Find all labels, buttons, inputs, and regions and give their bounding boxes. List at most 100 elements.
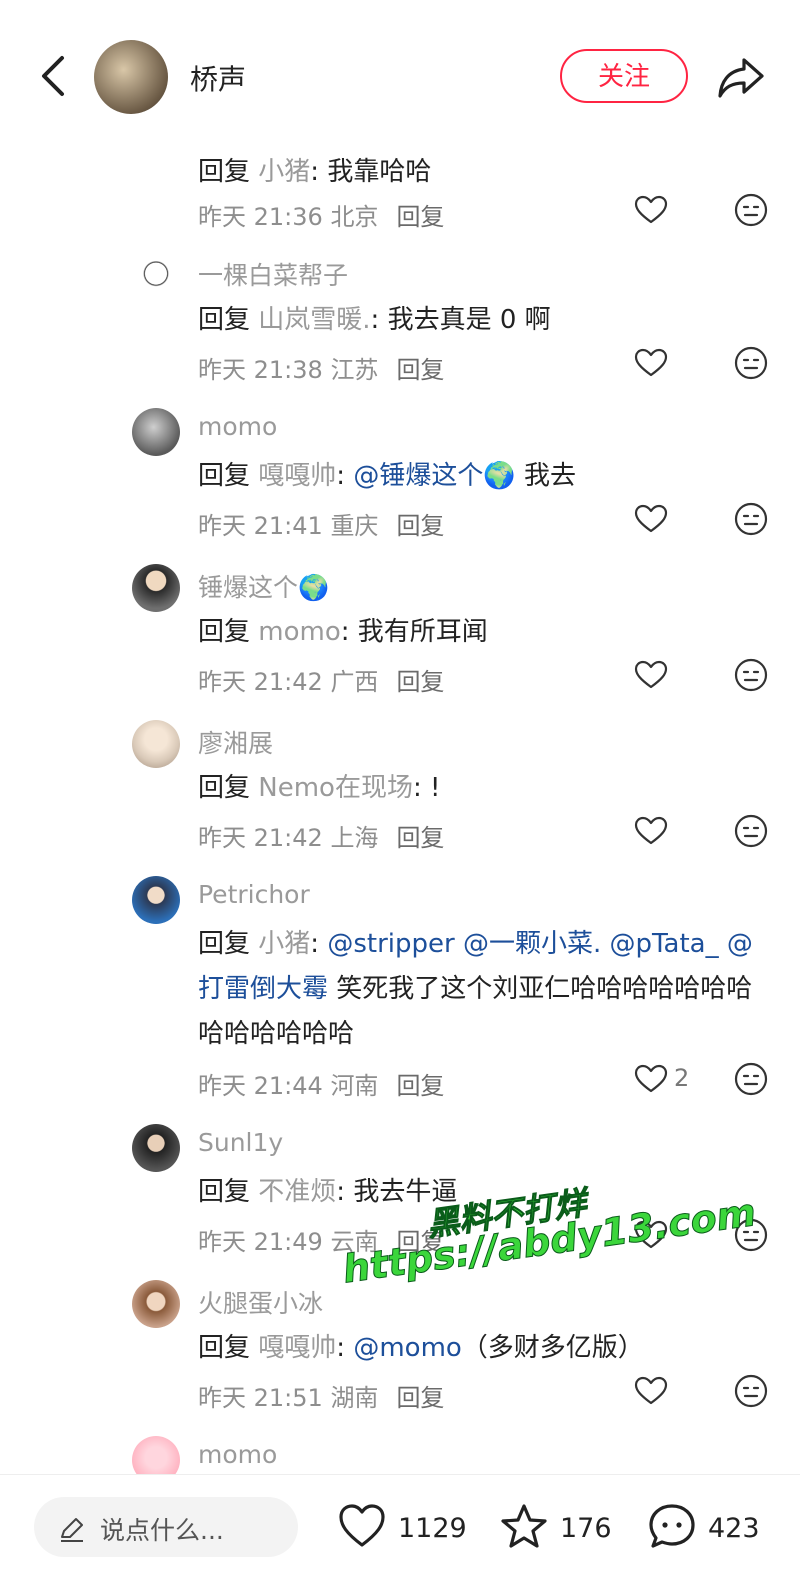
share-icon[interactable] bbox=[716, 52, 766, 102]
comment-content: （多财多亿版） bbox=[461, 1333, 644, 1363]
reply-button[interactable]: 回复 bbox=[396, 824, 444, 852]
meh-face-icon[interactable] bbox=[734, 346, 768, 380]
comment-content: 我去真是 0 啊 bbox=[387, 305, 551, 335]
comment-text: 回复 嘎嘎帅: @锤爆这个🌍 我去 bbox=[198, 454, 768, 499]
comment-username[interactable]: 火腿蛋小冰 bbox=[198, 1284, 323, 1320]
comment-content: 我去 bbox=[515, 461, 576, 491]
comment-item: 一棵白菜帮子回复 山岚雪暖.: 我去真是 0 啊昨天 21:38 江苏 回复 bbox=[0, 252, 800, 408]
heart-icon[interactable] bbox=[634, 1376, 668, 1406]
heart-icon[interactable] bbox=[634, 816, 668, 846]
heart-icon[interactable] bbox=[634, 195, 668, 225]
comment-meta: 昨天 21:51 湖南 回复 bbox=[198, 1378, 444, 1413]
reply-prefix: 回复 bbox=[198, 1177, 251, 1207]
comment-meta: 昨天 21:36 北京 回复 bbox=[198, 197, 444, 232]
avatar[interactable] bbox=[132, 564, 180, 612]
comment-region: 重庆 bbox=[330, 512, 379, 540]
comment-region: 河南 bbox=[330, 1072, 379, 1100]
top-bar: 桥声 关注 bbox=[0, 0, 800, 150]
comment-text: 回复 山岚雪暖.: 我去真是 0 啊 bbox=[198, 298, 768, 343]
comment-meta: 昨天 21:44 河南 回复 bbox=[198, 1066, 444, 1101]
reply-target[interactable]: 不准烦 bbox=[258, 1177, 336, 1207]
avatar[interactable] bbox=[132, 1280, 180, 1328]
comment-icon[interactable] bbox=[648, 1503, 696, 1549]
comment-time: 昨天 21:36 bbox=[198, 203, 323, 231]
avatar[interactable] bbox=[132, 1124, 180, 1172]
star-icon[interactable] bbox=[500, 1503, 548, 1549]
heart-icon[interactable] bbox=[634, 1064, 668, 1094]
avatar[interactable] bbox=[132, 408, 180, 456]
comment-content: ! bbox=[430, 773, 441, 803]
reply-separator: : bbox=[340, 617, 358, 647]
comment-item: momo 回复 嘎嘎帅: @锤爆这个🌍 我去 昨天 21:41 重庆 回复 bbox=[0, 408, 800, 564]
bottom-bar: 说点什么... 1129 176 423 bbox=[0, 1474, 800, 1557]
mention-link[interactable]: @锤爆这个🌍 bbox=[353, 461, 515, 491]
comment-username[interactable]: 廖湘展 bbox=[198, 724, 273, 760]
comment-time: 昨天 21:44 bbox=[198, 1072, 323, 1100]
reply-button[interactable]: 回复 bbox=[396, 1384, 444, 1412]
follow-button[interactable]: 关注 bbox=[560, 49, 688, 103]
pencil-icon bbox=[61, 1518, 83, 1542]
back-arrow-icon[interactable] bbox=[34, 52, 74, 100]
reply-button[interactable]: 回复 bbox=[396, 512, 444, 540]
reply-target[interactable]: 小猪 bbox=[258, 929, 310, 959]
comment-time: 昨天 21:42 bbox=[198, 824, 323, 852]
reply-target[interactable]: 嘎嘎帅 bbox=[258, 461, 336, 491]
comment-username[interactable]: Petrichor bbox=[198, 880, 310, 909]
reply-button[interactable]: 回复 bbox=[396, 1072, 444, 1100]
mention-link[interactable]: @momo bbox=[353, 1333, 461, 1363]
comment-time: 昨天 21:51 bbox=[198, 1384, 323, 1412]
comment-content: 我有所耳闻 bbox=[357, 617, 488, 647]
reply-target[interactable]: 嘎嘎帅 bbox=[258, 1333, 336, 1363]
comment-item: 火腿蛋小冰 回复 嘎嘎帅: @momo（多财多亿版） 昨天 21:51 湖南 回复 bbox=[0, 1280, 800, 1436]
comment-meta: 昨天 21:42 上海 回复 bbox=[198, 818, 444, 853]
meh-face-icon[interactable] bbox=[734, 1062, 768, 1096]
reply-button[interactable]: 回复 bbox=[396, 668, 444, 696]
comment-username[interactable]: Sunl1y bbox=[198, 1128, 283, 1157]
reply-target[interactable]: 小猪 bbox=[258, 157, 310, 187]
author-name[interactable]: 桥声 bbox=[190, 58, 246, 98]
comment-text: 回复 momo: 我有所耳闻 bbox=[198, 610, 768, 655]
meh-face-icon[interactable] bbox=[734, 814, 768, 848]
comment-username[interactable]: momo bbox=[198, 1440, 277, 1469]
comment-region: 广西 bbox=[330, 668, 379, 696]
reply-button[interactable]: 回复 bbox=[396, 203, 444, 231]
reply-prefix: 回复 bbox=[198, 305, 251, 335]
collect-count: 176 bbox=[560, 1513, 612, 1544]
avatar[interactable] bbox=[132, 876, 180, 924]
comment-region: 北京 bbox=[330, 203, 379, 231]
reply-prefix: 回复 bbox=[198, 617, 251, 647]
comment-time: 昨天 21:42 bbox=[198, 668, 323, 696]
comment-time: 昨天 21:38 bbox=[198, 356, 323, 384]
reply-separator: : bbox=[336, 461, 354, 491]
comment-username[interactable]: momo bbox=[198, 412, 277, 441]
heart-icon[interactable] bbox=[634, 348, 668, 378]
comment-meta: 昨天 21:42 广西 回复 bbox=[198, 662, 444, 697]
reply-target[interactable]: Nemo在现场 bbox=[258, 773, 413, 803]
reply-target[interactable]: momo bbox=[258, 617, 340, 647]
heart-icon[interactable] bbox=[634, 660, 668, 690]
comment-username[interactable]: 一棵白菜帮子 bbox=[198, 256, 348, 292]
reply-prefix: 回复 bbox=[198, 461, 251, 491]
comment-text: 回复 小猪: @stripper @一颗小菜. @pTata_ @打雷倒大霉 笑… bbox=[198, 922, 768, 1057]
comment-meta: 昨天 21:41 重庆 回复 bbox=[198, 506, 444, 541]
author-avatar[interactable] bbox=[94, 40, 168, 114]
comment-time: 昨天 21:41 bbox=[198, 512, 323, 540]
comment-meta: 昨天 21:38 江苏 回复 bbox=[198, 350, 444, 385]
meh-face-icon[interactable] bbox=[734, 658, 768, 692]
heart-icon[interactable] bbox=[634, 504, 668, 534]
reply-target[interactable]: 山岚雪暖. bbox=[258, 305, 370, 335]
reply-prefix: 回复 bbox=[198, 1333, 251, 1363]
reply-prefix: 回复 bbox=[198, 929, 251, 959]
comment-like-count: 2 bbox=[674, 1064, 690, 1092]
comment-username[interactable]: 锤爆这个🌍 bbox=[198, 568, 329, 604]
comment-region: 湖南 bbox=[330, 1384, 379, 1412]
comment-item: Petrichor 回复 小猪: @stripper @一颗小菜. @pTata_… bbox=[0, 876, 800, 1100]
like-icon[interactable] bbox=[338, 1503, 386, 1549]
meh-face-icon[interactable] bbox=[734, 193, 768, 227]
avatar[interactable] bbox=[132, 252, 180, 300]
avatar[interactable] bbox=[132, 720, 180, 768]
reply-button[interactable]: 回复 bbox=[396, 356, 444, 384]
meh-face-icon[interactable] bbox=[734, 502, 768, 536]
meh-face-icon[interactable] bbox=[734, 1374, 768, 1408]
comment-input[interactable]: 说点什么... bbox=[34, 1497, 298, 1557]
